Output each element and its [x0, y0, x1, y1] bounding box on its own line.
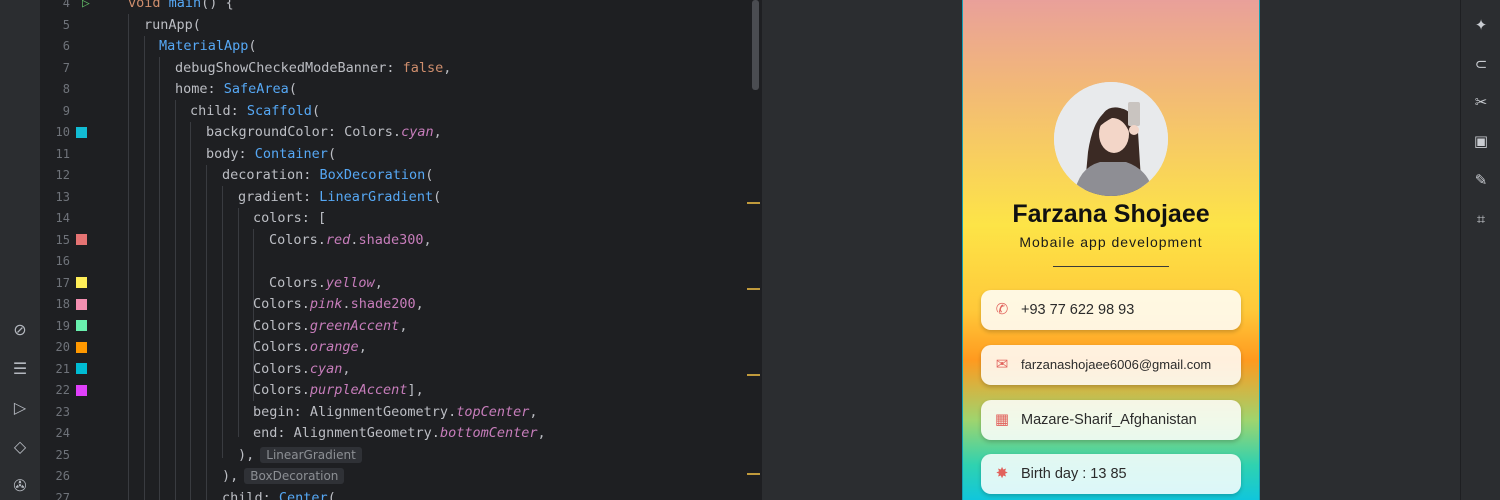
- color-swatch-cyan[interactable]: [76, 127, 87, 138]
- code-line: child: Scaffold(: [190, 102, 321, 119]
- code-line: backgroundColor: Colors.cyan,: [206, 124, 442, 140]
- code-line: runApp(: [144, 16, 201, 33]
- line-number: 8: [62, 82, 70, 96]
- color-swatch-pink[interactable]: [76, 298, 87, 310]
- warning-marker[interactable]: [747, 288, 760, 290]
- line-number: 12: [55, 168, 70, 182]
- editor-gutter: ▷ 4 5 6 7 8 9 10 11 12 13 14 15 16 17 18…: [40, 0, 128, 500]
- scan-icon[interactable]: ⌗: [1471, 209, 1491, 229]
- image-edit-icon[interactable]: ▣: [1471, 131, 1491, 151]
- code-line: home: SafeArea(: [175, 81, 297, 97]
- birthday-star-icon: ✸: [995, 464, 1009, 482]
- code-line: debugShowCheckedModeBanner: false,: [175, 59, 452, 76]
- color-swatch-red[interactable]: [76, 234, 87, 245]
- code-line: ), LinearGradient: [238, 445, 362, 467]
- run-main-icon[interactable]: ▷: [82, 0, 90, 11]
- code-line: child: Center(: [222, 489, 336, 500]
- phone-card[interactable]: ✆ +93 77 622 98 93: [981, 290, 1241, 330]
- code-line: begin: AlignmentGeometry.topCenter,: [253, 403, 538, 420]
- line-number: 16: [55, 254, 70, 268]
- divider: [1053, 266, 1169, 267]
- code-line: end: AlignmentGeometry.bottomCenter,: [253, 425, 546, 441]
- color-swatch-green-accent[interactable]: [76, 320, 87, 331]
- link-icon[interactable]: ⊂: [1471, 54, 1491, 74]
- line-number: 20: [55, 340, 70, 354]
- line-number: 27: [55, 490, 70, 500]
- location-text: Mazare-Sharif_Afghanistan: [1021, 412, 1197, 428]
- closing-label-hint: LinearGradient: [260, 446, 362, 463]
- color-swatch-yellow[interactable]: [76, 277, 87, 288]
- debug-icon[interactable]: ✇: [10, 476, 30, 496]
- line-number: 13: [55, 189, 70, 204]
- code-line: body: Container(: [206, 145, 337, 162]
- email-card[interactable]: ✉ farzanashojaee6006@gmail.com: [981, 345, 1241, 385]
- left-tool-rail: ⊘ ☰ ▷ ◇ ✇: [0, 0, 41, 500]
- line-number: 4: [62, 0, 70, 10]
- line-number: 22: [55, 383, 70, 397]
- code-line: colors: [: [253, 210, 327, 226]
- flutter-inspector-icon[interactable]: ⊘: [10, 320, 30, 340]
- code-line: MaterialApp(: [159, 38, 257, 54]
- line-number: 26: [55, 469, 70, 483]
- code-line: Colors.pink.shade200,: [253, 296, 424, 312]
- line-number: 7: [62, 60, 70, 75]
- line-number: 5: [62, 17, 70, 32]
- phone-icon: ✆: [995, 300, 1009, 318]
- color-swatch-orange[interactable]: [76, 341, 87, 353]
- line-number: 18: [55, 297, 70, 311]
- phone-screen: Farzana Shojaee Mobaile app development …: [962, 0, 1260, 500]
- location-card[interactable]: ▦ Mazare-Sharif_Afghanistan: [981, 400, 1241, 440]
- code-line: Colors.purpleAccent],: [253, 382, 424, 398]
- code-line: Colors.yellow,: [269, 274, 383, 291]
- email-icon: ✉: [995, 355, 1009, 373]
- code-line: Colors.greenAccent,: [253, 317, 408, 334]
- code-line: Colors.cyan,: [253, 360, 351, 377]
- right-tool-rail: ✦ ⊂ ✂ ▣ ✎ ⌗: [1460, 0, 1500, 500]
- profile-subtitle: Mobaile app development: [1019, 234, 1203, 250]
- scissors-icon[interactable]: ✂: [1471, 92, 1491, 112]
- line-number: 14: [55, 211, 70, 225]
- line-number: 17: [55, 275, 70, 290]
- location-city-icon: ▦: [994, 410, 1010, 428]
- warning-marker[interactable]: [747, 473, 760, 475]
- code-line: gradient: LinearGradient(: [238, 188, 442, 205]
- code-line: Colors.orange,: [253, 339, 367, 355]
- code-line: decoration: BoxDecoration(: [222, 167, 434, 183]
- color-swatch-cyan-2[interactable]: [76, 363, 87, 374]
- color-swatch-purple-accent[interactable]: [76, 384, 87, 396]
- line-number: 23: [55, 404, 70, 419]
- pencil-icon[interactable]: ✎: [1471, 170, 1491, 190]
- closing-label-hint: BoxDecoration: [244, 468, 345, 484]
- line-number: 25: [55, 447, 70, 462]
- device-preview-panel: Farzana Shojaee Mobaile app development …: [762, 0, 1460, 500]
- warning-marker[interactable]: [747, 202, 760, 204]
- editor-scrollbar[interactable]: [752, 0, 759, 90]
- line-number: 24: [55, 426, 70, 440]
- phone-number: +93 77 622 98 93: [1021, 302, 1135, 318]
- line-number: 21: [55, 361, 70, 376]
- code-area[interactable]: void main() { runApp( MaterialApp( debug…: [128, 0, 748, 500]
- line-number: 6: [62, 39, 70, 53]
- email-address: farzanashojaee6006@gmail.com: [1021, 357, 1212, 372]
- birthday-text: Birth day : 13 85: [1021, 466, 1127, 482]
- gem-icon[interactable]: ◇: [10, 437, 30, 457]
- birthday-card[interactable]: ✸ Birth day : 13 85: [981, 454, 1241, 494]
- line-number: 15: [55, 232, 70, 247]
- profile-name: Farzana Shojaee: [1012, 200, 1210, 228]
- line-number: 19: [55, 318, 70, 333]
- line-number: 11: [55, 146, 70, 161]
- code-line: Colors.red.shade300,: [269, 231, 432, 248]
- ai-sparkle-icon[interactable]: ✦: [1471, 15, 1491, 35]
- avatar: [1054, 82, 1168, 196]
- code-line: void main() {: [128, 0, 234, 11]
- warning-marker[interactable]: [747, 374, 760, 376]
- run-icon[interactable]: ▷: [10, 398, 30, 418]
- code-line: ), BoxDecoration: [222, 466, 345, 488]
- line-number: 9: [62, 103, 70, 118]
- structure-icon[interactable]: ☰: [10, 359, 30, 379]
- line-number: 10: [55, 125, 70, 139]
- code-editor[interactable]: ▷ 4 5 6 7 8 9 10 11 12 13 14 15 16 17 18…: [40, 0, 762, 500]
